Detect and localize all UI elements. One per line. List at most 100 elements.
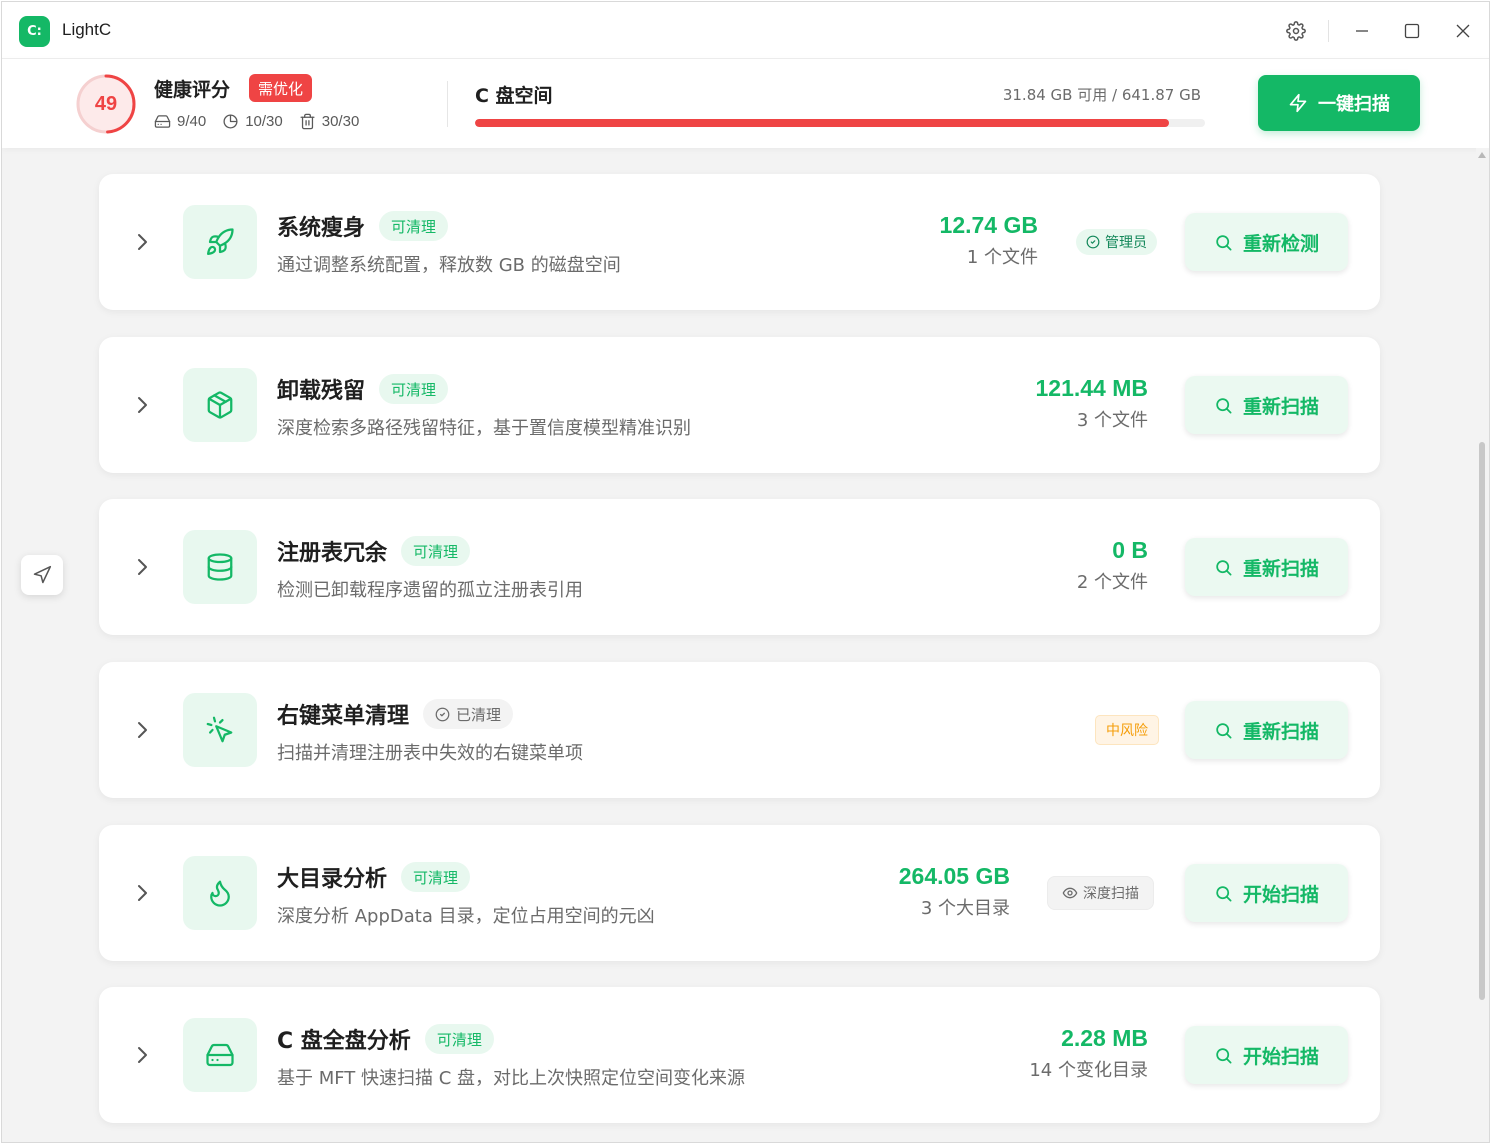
close-button[interactable] <box>1448 16 1478 46</box>
task-card[interactable]: C 盘全盘分析 可清理 基于 MFT 快速扫描 C 盘，对比上次快照定位空间变化… <box>99 987 1380 1123</box>
stat-clock: 10/30 <box>222 113 283 130</box>
search-icon <box>1216 397 1232 413</box>
status-tag: 已清理 <box>423 699 514 729</box>
chevron-right-icon <box>138 397 147 413</box>
task-title-row: C 盘全盘分析 可清理 <box>277 1023 494 1055</box>
eye-icon <box>1062 887 1078 899</box>
deep-scan-chip[interactable]: 深度扫描 <box>1047 876 1154 910</box>
size-value: 0 B <box>1112 537 1148 563</box>
task-action-button[interactable]: 重新扫描 <box>1185 376 1348 434</box>
task-card[interactable]: 卸载残留 可清理 深度检索多路径残留特征，基于置信度模型精准识别 121.44 … <box>99 337 1380 473</box>
task-action-label: 开始扫描 <box>1242 883 1319 906</box>
size-value: 121.44 MB <box>1035 375 1148 401</box>
expand-chevron[interactable] <box>133 881 153 905</box>
status-tag: 可清理 <box>401 862 471 892</box>
search-icon <box>1216 722 1232 738</box>
status-tag: 可清理 <box>379 374 449 404</box>
chevron-right-icon <box>138 559 147 575</box>
deep-scan-chip-label: 深度扫描 <box>1083 886 1139 902</box>
status-tag-label: 已清理 <box>456 705 502 724</box>
task-icon-box <box>183 205 257 279</box>
size-value: 264.05 GB <box>898 863 1010 889</box>
status-tag: 可清理 <box>401 536 471 566</box>
admin-chip: 管理员 <box>1076 229 1157 255</box>
expand-chevron[interactable] <box>133 718 153 742</box>
task-title-row: 右键菜单清理 已清理 <box>277 698 514 730</box>
maximize-button[interactable] <box>1397 16 1427 46</box>
size-info: 0 B 2 个文件 <box>1077 537 1148 594</box>
size-info: 12.74 GB 1 个文件 <box>940 212 1038 269</box>
expand-chevron[interactable] <box>133 393 153 417</box>
scrollbar-thumb[interactable] <box>1479 442 1485 1000</box>
task-card[interactable]: 系统瘦身 可清理 通过调整系统配置，释放数 GB 的磁盘空间 12.74 GB … <box>99 174 1380 310</box>
chevron-right-icon <box>138 1047 147 1063</box>
health-title: 健康评分 <box>154 79 231 101</box>
task-action-button[interactable]: 重新扫描 <box>1185 701 1348 759</box>
admin-chip-label: 管理员 <box>1105 235 1147 251</box>
task-icon-box <box>183 693 257 767</box>
navigation-arrow-icon <box>33 565 52 584</box>
expand-chevron[interactable] <box>133 230 153 254</box>
task-card[interactable]: 注册表冗余 可清理 检测已卸载程序遗留的孤立注册表引用 0 B 2 个文件 重新… <box>99 499 1380 635</box>
task-action-label: 重新扫描 <box>1242 720 1319 743</box>
status-tag: 可清理 <box>379 211 449 241</box>
check-circle-icon <box>435 707 450 721</box>
task-action-label: 重新检测 <box>1242 232 1319 255</box>
task-action-button[interactable]: 开始扫描 <box>1185 1026 1348 1084</box>
lightning-icon <box>1289 93 1307 113</box>
app-title: LightC <box>62 20 112 39</box>
search-icon <box>1216 234 1232 250</box>
health-status-badge: 需优化 <box>249 74 313 102</box>
task-title-row: 卸载残留 可清理 <box>277 373 449 405</box>
chevron-right-icon <box>138 885 147 901</box>
task-description: 基于 MFT 快速扫描 C 盘，对比上次快照定位空间变化来源 <box>277 1068 746 1089</box>
title-bar: C: LightC <box>2 2 1489 58</box>
expand-chevron[interactable] <box>133 555 153 579</box>
one-click-scan-button[interactable]: 一键扫描 <box>1258 75 1420 131</box>
package-icon <box>207 391 233 419</box>
task-title: 注册表冗余 <box>277 541 388 566</box>
app-logo: C: <box>19 16 50 47</box>
task-icon-box <box>183 1018 257 1092</box>
stat-drive: 9/40 <box>154 113 206 130</box>
rocket-icon <box>207 228 234 255</box>
task-action-button[interactable]: 重新扫描 <box>1185 538 1348 596</box>
task-icon-box <box>183 530 257 604</box>
stat-trash: 30/30 <box>299 113 359 130</box>
task-title: 大目录分析 <box>277 867 388 892</box>
settings-button[interactable] <box>1281 16 1311 46</box>
header-divider <box>447 81 448 127</box>
task-card[interactable]: 右键菜单清理 已清理 扫描并清理注册表中失效的右键菜单项 中风险 重新扫描 <box>99 662 1380 798</box>
scroll-up-arrow[interactable] <box>1478 152 1486 158</box>
one-click-scan-label: 一键扫描 <box>1318 94 1390 115</box>
cursor-click-icon <box>206 716 233 743</box>
minimize-button[interactable] <box>1347 16 1377 46</box>
size-info: 121.44 MB 3 个文件 <box>1035 375 1148 432</box>
minimize-icon <box>1356 30 1368 32</box>
expand-chevron[interactable] <box>133 1043 153 1067</box>
task-title: C 盘全盘分析 <box>277 1029 411 1054</box>
size-info: 2.28 MB 14 个变化目录 <box>1029 1025 1148 1082</box>
task-title: 系统瘦身 <box>277 216 366 241</box>
task-description: 检测已卸载程序遗留的孤立注册表引用 <box>277 580 583 601</box>
task-card[interactable]: 大目录分析 可清理 深度分析 AppData 目录，定位占用空间的元凶 264.… <box>99 825 1380 961</box>
stat-drive-value: 9/40 <box>177 113 207 130</box>
disk-usage-text: 31.84 GB 可用 / 641.87 GB <box>1002 86 1201 104</box>
task-title: 卸载残留 <box>277 379 366 404</box>
size-count: 3 个大目录 <box>920 898 1010 919</box>
task-action-button[interactable]: 开始扫描 <box>1185 864 1348 922</box>
task-description: 深度分析 AppData 目录，定位占用空间的元凶 <box>277 906 655 927</box>
flame-icon <box>210 880 230 907</box>
close-icon <box>1456 24 1470 38</box>
size-value: 2.28 MB <box>1061 1025 1148 1051</box>
task-action-button[interactable]: 重新检测 <box>1185 213 1348 271</box>
task-list: 系统瘦身 可清理 通过调整系统配置，释放数 GB 的磁盘空间 12.74 GB … <box>2 148 1475 1142</box>
titlebar-divider <box>1328 20 1329 42</box>
status-header: 49 健康评分 需优化 9/40 10/30 30/30 C 盘空间 31.84… <box>2 58 1489 148</box>
size-info: 264.05 GB 3 个大目录 <box>899 863 1010 920</box>
task-title-row: 系统瘦身 可清理 <box>277 210 449 242</box>
gear-icon <box>1286 21 1306 41</box>
navigate-button[interactable] <box>21 555 63 595</box>
maximize-icon <box>1404 23 1420 39</box>
disk-usage-bar <box>475 119 1205 127</box>
